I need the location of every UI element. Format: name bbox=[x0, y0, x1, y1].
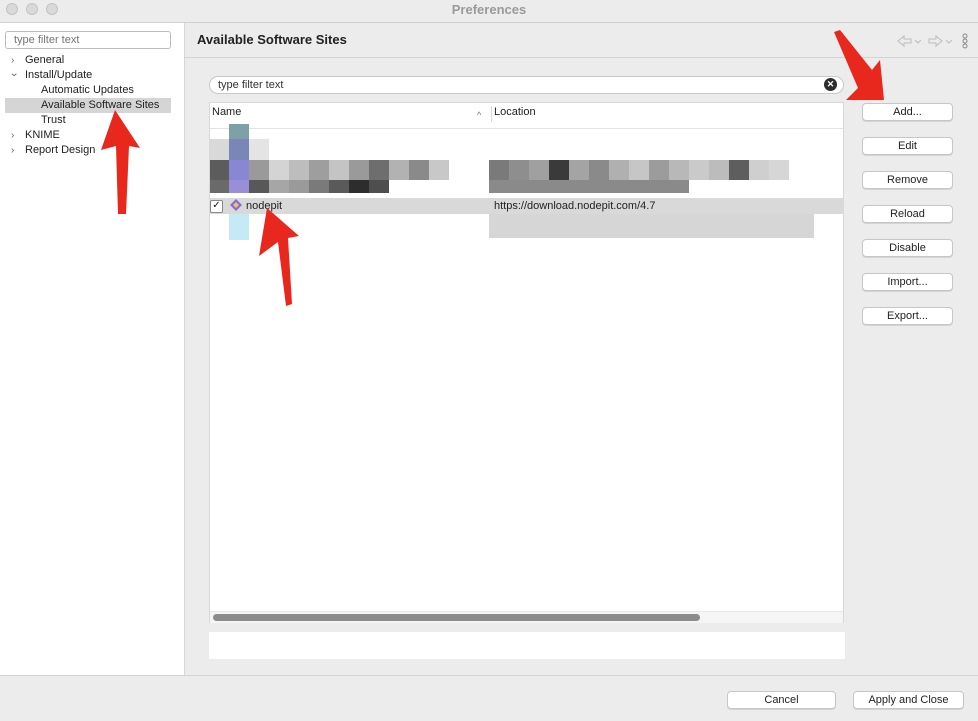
annotation-arrow-icon bbox=[101, 110, 140, 214]
chevron-right-icon[interactable]: › bbox=[11, 128, 14, 143]
reload-button[interactable]: Reload bbox=[862, 205, 953, 223]
cell-site-location: https://download.nodepit.com/4.7 bbox=[494, 200, 656, 212]
export-button[interactable]: Export... bbox=[862, 307, 953, 325]
tree-filter-input[interactable] bbox=[5, 31, 171, 49]
back-arrow-icon[interactable] bbox=[897, 34, 923, 48]
tree-item-available-software-sites[interactable]: Available Software Sites bbox=[5, 98, 171, 113]
tree-item-knime[interactable]: KNIME bbox=[25, 128, 60, 143]
column-divider[interactable] bbox=[491, 106, 492, 122]
tree-item-install-update[interactable]: Install/Update bbox=[25, 68, 92, 83]
import-button[interactable]: Import... bbox=[862, 273, 953, 291]
scrollbar-thumb[interactable] bbox=[213, 614, 700, 621]
annotation-arrow-icon bbox=[834, 30, 884, 100]
disable-button[interactable]: Disable bbox=[862, 239, 953, 257]
add-button[interactable]: Add... bbox=[862, 103, 953, 121]
header-underline bbox=[210, 128, 843, 129]
update-site-icon bbox=[230, 199, 242, 211]
tree-item-automatic-updates[interactable]: Automatic Updates bbox=[41, 83, 134, 98]
edit-button[interactable]: Edit bbox=[862, 137, 953, 155]
title-bar: Preferences bbox=[0, 0, 978, 23]
window-title: Preferences bbox=[451, 2, 527, 17]
tree-item-general[interactable]: General bbox=[25, 53, 64, 68]
tree-item-report-design[interactable]: Report Design bbox=[25, 143, 95, 158]
tree-item-trust[interactable]: Trust bbox=[41, 113, 66, 128]
remove-button[interactable]: Remove bbox=[862, 171, 953, 189]
apply-and-close-button[interactable]: Apply and Close bbox=[853, 691, 964, 709]
column-header-location[interactable]: Location bbox=[494, 106, 536, 118]
chevron-right-icon[interactable]: › bbox=[11, 143, 14, 158]
chevron-down-icon[interactable]: ⌄ bbox=[9, 66, 19, 81]
column-header-name[interactable]: Name bbox=[212, 106, 241, 118]
annotation-arrow-icon bbox=[259, 208, 299, 306]
details-area bbox=[209, 632, 845, 659]
cancel-button[interactable]: Cancel bbox=[727, 691, 836, 709]
page-title: Available Software Sites bbox=[197, 32, 347, 47]
preference-tree-panel bbox=[0, 23, 185, 675]
sort-ascending-icon[interactable]: ^ bbox=[477, 110, 481, 120]
forward-arrow-icon[interactable] bbox=[928, 34, 954, 48]
row-checkbox[interactable]: ✓ bbox=[210, 200, 223, 213]
sites-filter-input[interactable] bbox=[209, 76, 844, 94]
vertical-ellipsis-icon[interactable] bbox=[961, 33, 969, 49]
